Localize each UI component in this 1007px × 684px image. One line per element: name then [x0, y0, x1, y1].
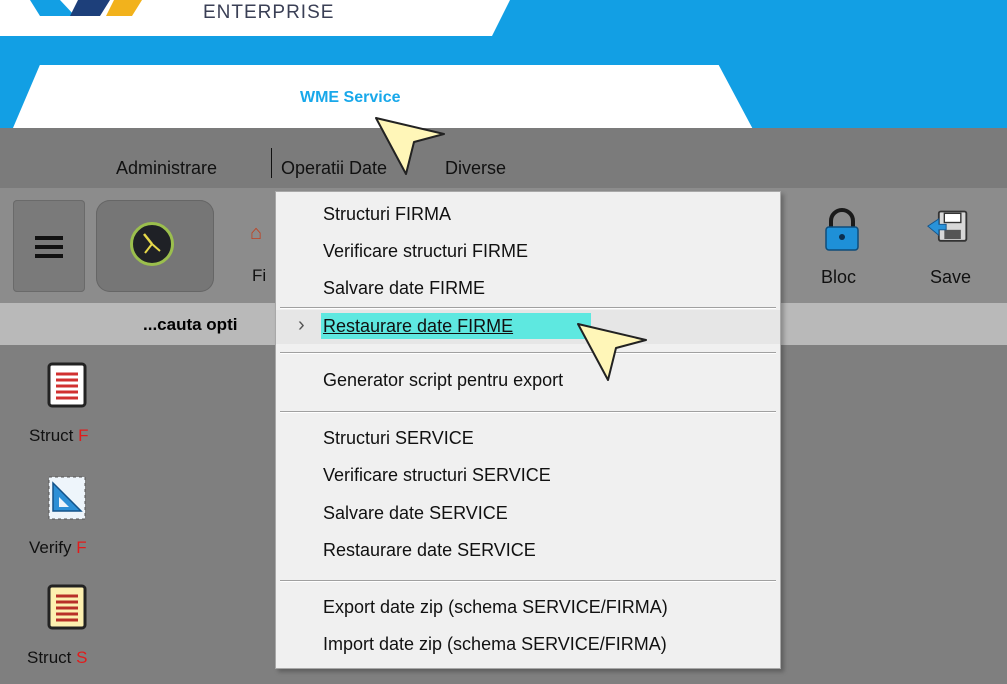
clock-button[interactable] — [96, 200, 214, 292]
menu-item-label: Export date zip (schema SERVICE/FIRMA) — [323, 597, 668, 617]
menu-item-generator-script[interactable]: Generator script pentru export — [276, 364, 780, 398]
menu-item-restaurare-date-service[interactable]: Restaurare date SERVICE — [276, 534, 780, 568]
sidebar-item-suffix: S — [76, 648, 88, 667]
logo-icon — [30, 0, 142, 16]
clock-icon — [130, 222, 174, 266]
menu-item-structuri-firma[interactable]: Structuri FIRMA — [276, 198, 780, 232]
struct-firma-icon[interactable] — [47, 362, 87, 408]
home-icon[interactable]: ⌂ — [250, 222, 272, 244]
lock-icon[interactable] — [820, 208, 864, 252]
menu-item-label: Generator script pentru export — [323, 370, 564, 390]
chevron-right-icon: › — [298, 314, 305, 336]
sidebar-item-suffix: F — [76, 538, 87, 557]
menu-item-label: Salvare date SERVICE — [323, 503, 508, 523]
hamburger-line — [35, 245, 63, 249]
menu-item-label: Import date zip (schema SERVICE/FIRMA) — [323, 634, 667, 654]
menu-bar: Administrare Operatii Date Diverse — [0, 128, 1007, 188]
pointer-arrow-icon — [375, 117, 445, 175]
brand-name: ENTERPRISE — [203, 2, 335, 23]
menu-separator — [280, 352, 776, 354]
sidebar-item-label: Struct — [29, 426, 79, 445]
search-label[interactable]: ...cauta opti — [143, 315, 237, 335]
menu-item-label: Verificare structuri FIRME — [323, 241, 529, 261]
verify-firma-icon[interactable] — [47, 475, 87, 521]
menu-item-salvare-date-service[interactable]: Salvare date SERVICE — [276, 497, 780, 531]
menu-item-label: Verificare structuri SERVICE — [323, 465, 551, 485]
menu-item-export-date-zip[interactable]: Export date zip (schema SERVICE/FIRMA) — [276, 591, 780, 625]
toolbar-fi-label[interactable]: Fi — [252, 266, 266, 286]
hamburger-icon — [35, 236, 63, 240]
menu-item-label: Restaurare date SERVICE — [323, 540, 536, 560]
hamburger-button[interactable] — [13, 200, 85, 292]
menu-separator — [280, 411, 776, 413]
menu-administrare[interactable]: Administrare — [116, 158, 217, 179]
menu-item-import-date-zip[interactable]: Import date zip (schema SERVICE/FIRMA) — [276, 628, 780, 662]
menu-separator — [280, 580, 776, 582]
save-label[interactable]: Save — [930, 267, 971, 288]
menu-diverse[interactable]: Diverse — [445, 158, 506, 179]
menu-divider — [271, 148, 272, 178]
pointer-arrow-icon — [577, 323, 647, 381]
menu-separator — [280, 307, 776, 309]
menu-item-salvare-date-firme[interactable]: Salvare date FIRME — [276, 272, 780, 306]
menu-item-verificare-structuri-firme[interactable]: Verificare structuri FIRME — [276, 235, 780, 269]
tab-title[interactable]: WME Service — [300, 89, 400, 107]
sidebar-item-struct-s[interactable]: Struct S — [27, 648, 87, 668]
sidebar-item-label: Struct — [27, 648, 77, 667]
bloc-label[interactable]: Bloc — [821, 267, 856, 288]
menu-item-label: Structuri FIRMA — [323, 204, 452, 224]
struct-service-icon[interactable] — [47, 584, 87, 630]
sidebar-item-verify-f[interactable]: Verify F — [29, 538, 87, 558]
menu-item-verificare-structuri-service[interactable]: Verificare structuri SERVICE — [276, 459, 780, 493]
header-slant — [490, 0, 1007, 40]
operatii-date-dropdown: Structuri FIRMA Verificare structuri FIR… — [275, 191, 781, 669]
menu-item-restaurare-date-firme[interactable]: › Restaurare date FIRME — [276, 310, 780, 344]
save-icon[interactable] — [926, 206, 970, 250]
menu-item-label: Restaurare date FIRME — [323, 316, 514, 336]
sidebar-item-label: Verify — [29, 538, 77, 557]
sidebar-item-struct-f[interactable]: Struct F — [29, 426, 89, 446]
hamburger-line — [35, 254, 63, 258]
sidebar-item-suffix: F — [78, 426, 89, 445]
menu-item-label: Structuri SERVICE — [323, 428, 474, 448]
menu-item-label: Salvare date FIRME — [323, 278, 486, 298]
menu-item-structuri-service[interactable]: Structuri SERVICE — [276, 422, 780, 456]
